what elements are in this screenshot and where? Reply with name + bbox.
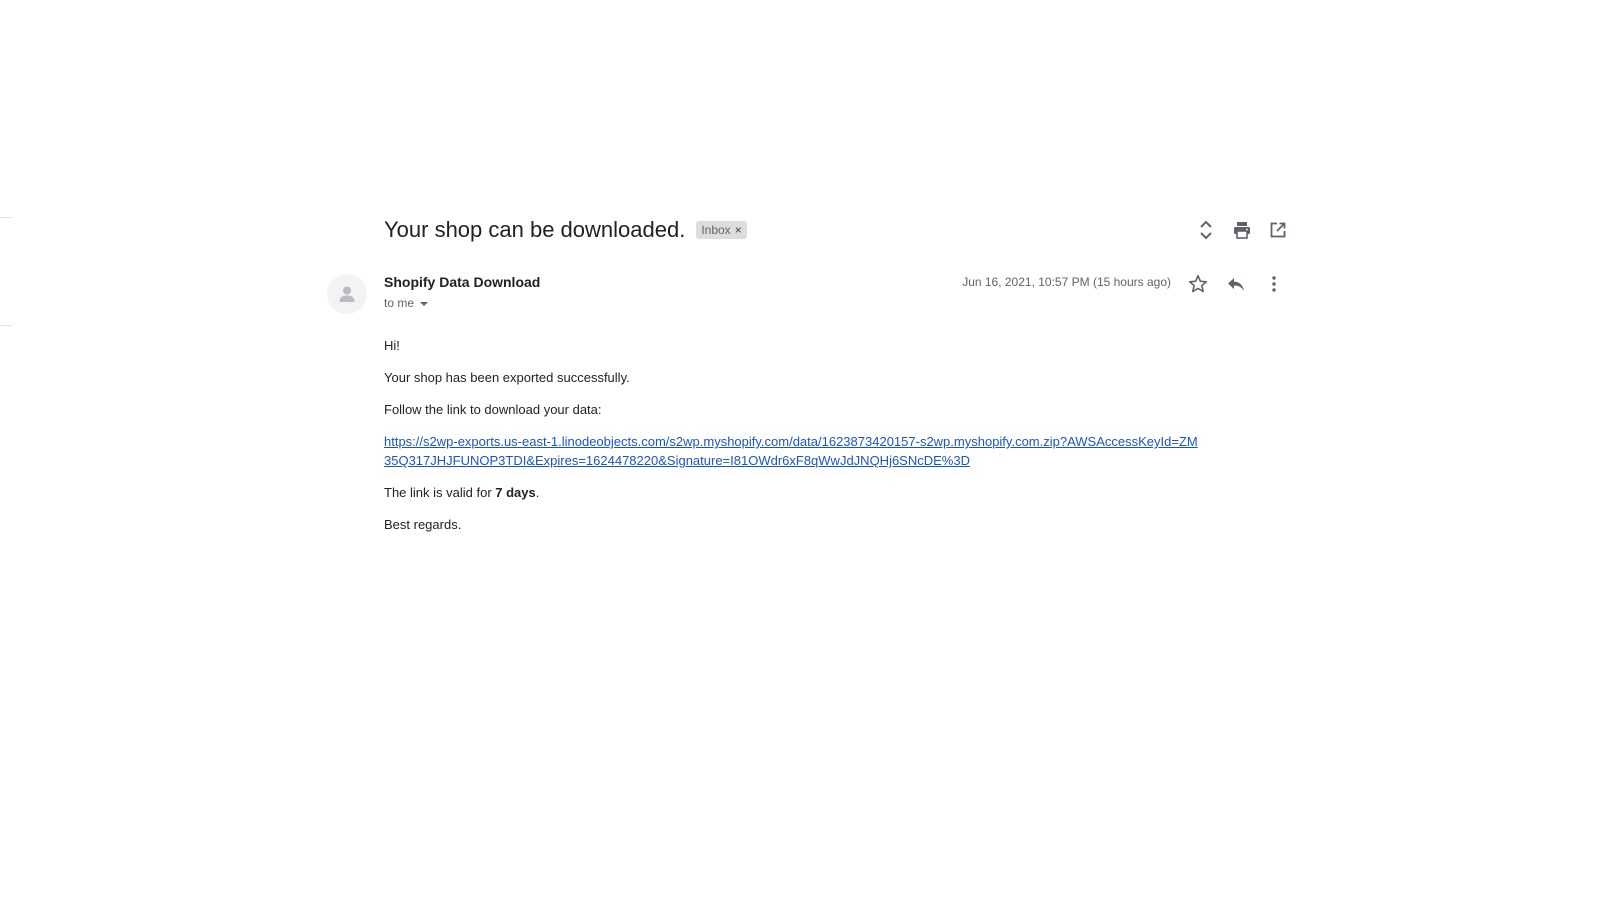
reply-button[interactable] xyxy=(1226,272,1246,296)
validity-days: 7 days xyxy=(495,485,536,500)
subject-row: Your shop can be downloaded. Inbox × xyxy=(384,215,747,245)
expand-all-button[interactable] xyxy=(1196,218,1216,242)
left-divider xyxy=(0,217,12,218)
person-icon xyxy=(339,286,355,302)
email-subject: Your shop can be downloaded. xyxy=(384,217,686,242)
unfold-icon xyxy=(1200,220,1212,240)
download-link[interactable]: https://s2wp-exports.us-east-1.linodeobj… xyxy=(384,434,1198,468)
print-all-button[interactable] xyxy=(1232,218,1252,242)
inbox-label-chip[interactable]: Inbox × xyxy=(696,221,747,239)
message-actions xyxy=(1188,272,1284,296)
more-vert-icon xyxy=(1272,276,1276,292)
open-new-window-button[interactable] xyxy=(1268,218,1288,242)
body-line: Your shop has been exported successfully… xyxy=(384,370,630,385)
email-body: Hi! Your shop has been exported successf… xyxy=(384,336,1204,547)
inbox-label-text: Inbox xyxy=(701,223,731,237)
validity-prefix: The link is valid for xyxy=(384,485,496,500)
open-in-new-icon xyxy=(1270,222,1286,238)
sender-name[interactable]: Shopify Data Download xyxy=(384,274,540,290)
recipient-details-toggle[interactable]: to me xyxy=(384,296,429,310)
email-view: Your shop can be downloaded. Inbox × Sho… xyxy=(0,0,1600,900)
sender-avatar[interactable] xyxy=(327,274,367,314)
body-greeting: Hi! xyxy=(384,338,400,353)
reply-icon xyxy=(1228,278,1244,291)
remove-label-button[interactable]: × xyxy=(735,221,742,239)
thread-actions xyxy=(1196,218,1288,242)
email-date: Jun 16, 2021, 10:57 PM (15 hours ago) xyxy=(962,275,1171,289)
print-icon xyxy=(1234,222,1250,239)
validity-line: The link is valid for 7 days. xyxy=(384,483,1204,502)
more-options-button[interactable] xyxy=(1264,272,1284,296)
body-closing: Best regards. xyxy=(384,517,462,532)
download-link-paragraph: https://s2wp-exports.us-east-1.linodeobj… xyxy=(384,432,1204,470)
recipient-label: to me xyxy=(384,296,415,310)
star-button[interactable] xyxy=(1188,272,1208,296)
star-outline-icon xyxy=(1188,275,1208,293)
left-divider xyxy=(0,325,12,326)
validity-suffix: . xyxy=(535,485,540,500)
body-line: Follow the link to download your data: xyxy=(384,402,602,417)
chevron-down-icon xyxy=(420,301,429,306)
